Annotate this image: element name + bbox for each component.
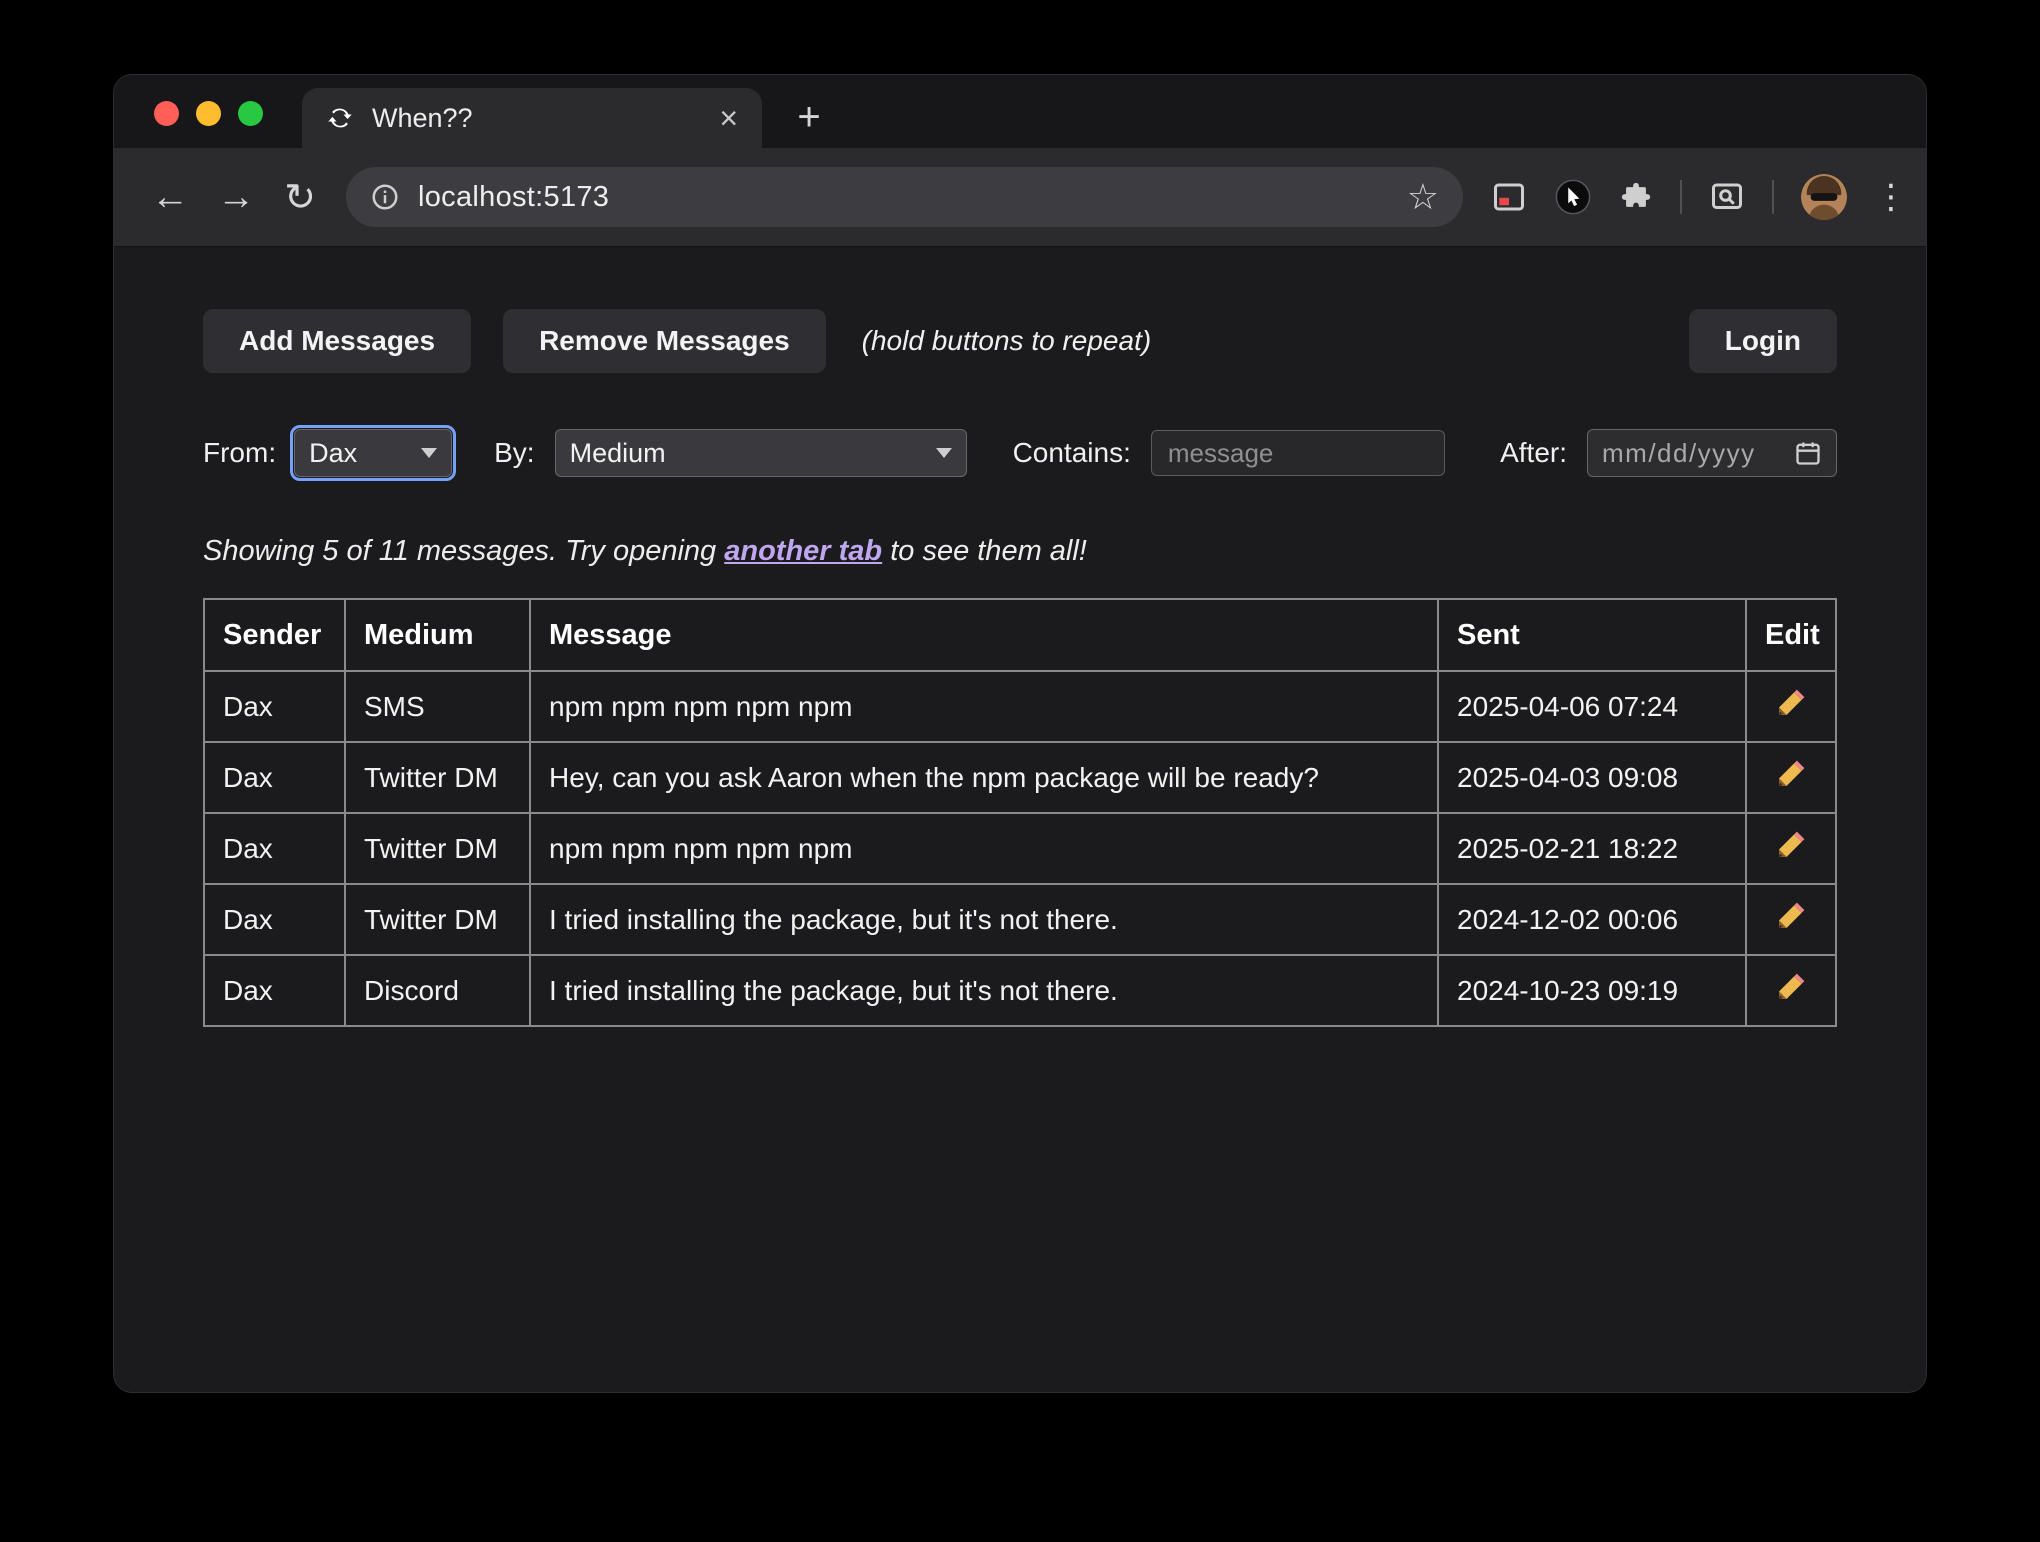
cell-message: Hey, can you ask Aaron when the npm pack… xyxy=(530,742,1438,813)
cell-sent: 2024-12-02 00:06 xyxy=(1438,884,1746,955)
cell-sent: 2025-04-06 07:24 xyxy=(1438,671,1746,742)
reading-list-panel-icon[interactable] xyxy=(1491,179,1527,215)
toolbar-divider-2 xyxy=(1772,180,1774,214)
edit-pencil-icon[interactable] xyxy=(1776,901,1806,931)
edit-pencil-icon[interactable] xyxy=(1776,759,1806,789)
tab-search-icon[interactable] xyxy=(1709,179,1745,215)
hold-buttons-hint: (hold buttons to repeat) xyxy=(862,325,1152,357)
cell-medium: Twitter DM xyxy=(345,813,530,884)
table-row: DaxSMSnpm npm npm npm npm2025-04-06 07:2… xyxy=(204,671,1836,742)
cell-edit xyxy=(1746,671,1836,742)
cell-message: I tried installing the package, but it's… xyxy=(530,884,1438,955)
back-icon[interactable]: ← xyxy=(144,176,196,219)
contains-label: Contains: xyxy=(1013,437,1131,469)
contains-input[interactable] xyxy=(1151,430,1445,476)
cell-sender: Dax xyxy=(204,955,345,1026)
cell-edit xyxy=(1746,742,1836,813)
col-header-message: Message xyxy=(530,599,1438,671)
table-row: DaxDiscordI tried installing the package… xyxy=(204,955,1836,1026)
after-date-input[interactable]: mm/dd/yyyy xyxy=(1587,429,1837,477)
col-header-sender: Sender xyxy=(204,599,345,671)
toolbar-divider xyxy=(1680,180,1682,214)
after-label: After: xyxy=(1500,437,1567,469)
cell-medium: Twitter DM xyxy=(345,884,530,955)
profile-avatar[interactable] xyxy=(1801,174,1847,220)
maximize-window-button[interactable] xyxy=(238,101,263,126)
cell-sender: Dax xyxy=(204,742,345,813)
cell-edit xyxy=(1746,884,1836,955)
browser-toolbar: ← → ↻ localhost:5173 ☆ xyxy=(114,148,1926,247)
from-select[interactable]: Dax xyxy=(294,429,452,477)
cursor-extension-icon[interactable] xyxy=(1554,178,1592,216)
site-info-icon[interactable] xyxy=(370,182,400,212)
cell-sent: 2024-10-23 09:19 xyxy=(1438,955,1746,1026)
window-controls xyxy=(154,101,263,126)
table-row: DaxTwitter DMHey, can you ask Aaron when… xyxy=(204,742,1836,813)
from-label: From: xyxy=(203,437,276,469)
cell-message: npm npm npm npm npm xyxy=(530,671,1438,742)
cell-edit xyxy=(1746,955,1836,1026)
chevron-down-icon xyxy=(421,448,437,458)
col-header-sent: Sent xyxy=(1438,599,1746,671)
cell-message: npm npm npm npm npm xyxy=(530,813,1438,884)
forward-icon[interactable]: → xyxy=(210,176,262,219)
col-header-medium: Medium xyxy=(345,599,530,671)
cell-sender: Dax xyxy=(204,884,345,955)
cell-medium: SMS xyxy=(345,671,530,742)
browser-tab[interactable]: When?? × xyxy=(302,88,762,148)
cell-medium: Twitter DM xyxy=(345,742,530,813)
tab-title: When?? xyxy=(372,103,701,134)
page-content: Add Messages Remove Messages (hold butto… xyxy=(114,247,1926,1027)
toolbar-right-icons: ⋮ xyxy=(1491,174,1896,220)
after-filter-group: After: mm/dd/yyyy xyxy=(1500,429,1837,477)
status-text-after: to see them all! xyxy=(882,535,1087,567)
cell-sender: Dax xyxy=(204,671,345,742)
browser-window: When?? × + ← → ↻ localhost:5173 ☆ xyxy=(114,75,1926,1392)
address-bar[interactable]: localhost:5173 ☆ xyxy=(346,167,1463,227)
cell-sent: 2025-04-03 09:08 xyxy=(1438,742,1746,813)
cell-medium: Discord xyxy=(345,955,530,1026)
url-text: localhost:5173 xyxy=(418,181,1407,214)
col-header-edit: Edit xyxy=(1746,599,1836,671)
status-text-before: Showing 5 of 11 messages. Try opening xyxy=(203,535,724,567)
cell-sent: 2025-02-21 18:22 xyxy=(1438,813,1746,884)
filters-row: From: Dax By: Medium Contains: After: mm… xyxy=(203,429,1837,477)
edit-pencil-icon[interactable] xyxy=(1776,972,1806,1002)
chevron-down-icon xyxy=(936,448,952,458)
by-select-value: Medium xyxy=(570,438,666,469)
add-messages-button[interactable]: Add Messages xyxy=(203,309,471,373)
calendar-icon[interactable] xyxy=(1794,439,1822,467)
another-tab-link[interactable]: another tab xyxy=(724,535,882,567)
extensions-puzzle-icon[interactable] xyxy=(1619,180,1653,214)
status-line: Showing 5 of 11 messages. Try opening an… xyxy=(203,535,1837,568)
by-select[interactable]: Medium xyxy=(555,429,967,477)
new-tab-button[interactable]: + xyxy=(786,94,832,140)
tab-strip: When?? × + xyxy=(114,75,1926,148)
from-select-value: Dax xyxy=(309,438,357,469)
close-window-button[interactable] xyxy=(154,101,179,126)
edit-pencil-icon[interactable] xyxy=(1776,830,1806,860)
tab-favicon-sync-icon xyxy=(326,104,354,132)
table-row: DaxTwitter DMnpm npm npm npm npm2025-02-… xyxy=(204,813,1836,884)
cell-message: I tried installing the package, but it's… xyxy=(530,955,1438,1026)
login-button[interactable]: Login xyxy=(1689,309,1837,373)
table-header-row: Sender Medium Message Sent Edit xyxy=(204,599,1836,671)
cell-sender: Dax xyxy=(204,813,345,884)
date-placeholder: mm/dd/yyyy xyxy=(1602,438,1756,469)
remove-messages-button[interactable]: Remove Messages xyxy=(503,309,826,373)
edit-pencil-icon[interactable] xyxy=(1776,688,1806,718)
minimize-window-button[interactable] xyxy=(196,101,221,126)
messages-table: Sender Medium Message Sent Edit DaxSMSnp… xyxy=(203,598,1837,1027)
tab-close-icon[interactable]: × xyxy=(719,102,738,134)
table-row: DaxTwitter DMI tried installing the pack… xyxy=(204,884,1836,955)
browser-menu-icon[interactable]: ⋮ xyxy=(1874,180,1896,214)
actions-row: Add Messages Remove Messages (hold butto… xyxy=(203,309,1837,373)
reload-icon[interactable]: ↻ xyxy=(274,175,326,220)
by-label: By: xyxy=(494,437,534,469)
cell-edit xyxy=(1746,813,1836,884)
bookmark-star-icon[interactable]: ☆ xyxy=(1407,179,1439,215)
